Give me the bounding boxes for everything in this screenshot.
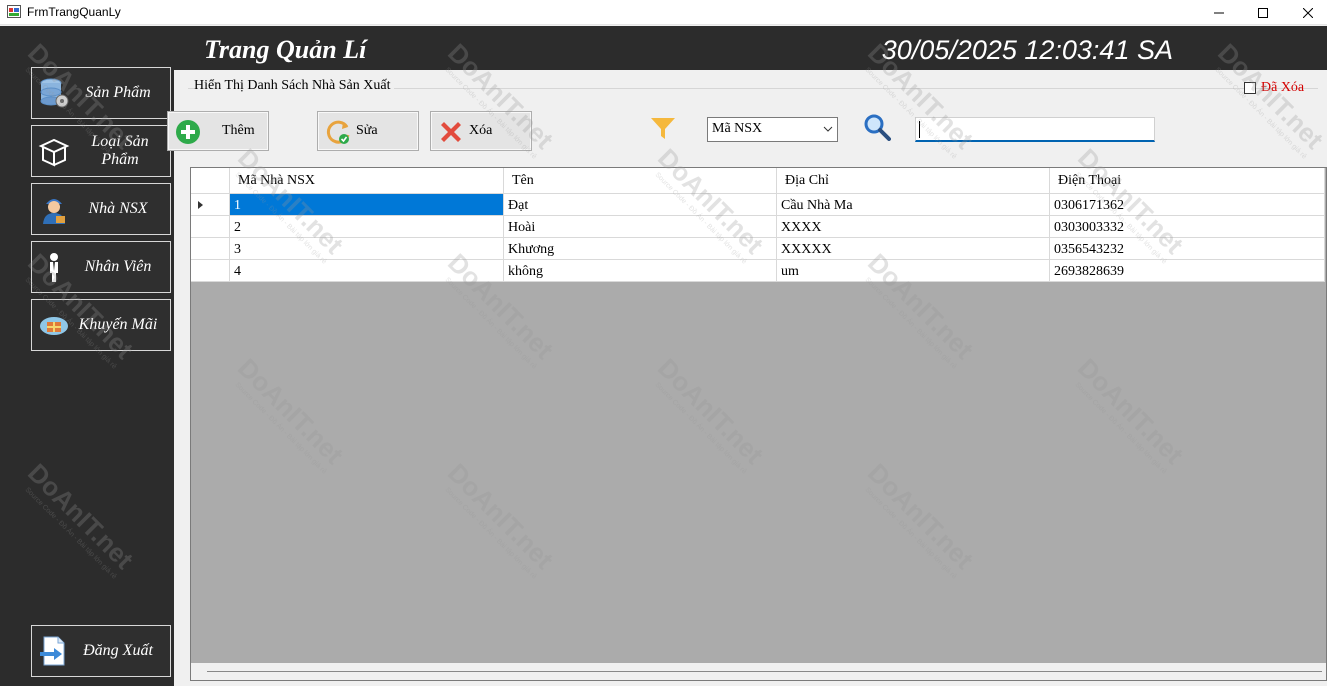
- column-header-dien-thoai[interactable]: Điện Thoại: [1050, 168, 1325, 194]
- table-cell[interactable]: không: [504, 260, 777, 282]
- table-cell[interactable]: 3: [230, 238, 504, 260]
- current-row-arrow-icon: [198, 201, 203, 209]
- header-bar: Trang Quản Lí 30/05/2025 12:03:41 SA: [174, 26, 1327, 70]
- gift-icon: [40, 317, 68, 335]
- table-row[interactable]: 4 không um 2693828639: [191, 260, 1325, 282]
- table-cell[interactable]: Hoài: [504, 216, 777, 238]
- app-window-icon: [7, 5, 21, 18]
- table-cell[interactable]: 0356543232: [1050, 238, 1325, 260]
- filter-select[interactable]: Mã NSX: [707, 117, 838, 142]
- group-caption: Hiển Thị Danh Sách Nhà Sản Xuất: [194, 78, 395, 94]
- table-cell[interactable]: um: [777, 260, 1050, 282]
- sidebar-item-label: Nhân Viên: [84, 258, 152, 275]
- sidebar-item-label: Sản Phẩm: [85, 84, 151, 101]
- table-cell[interactable]: XXXXX: [777, 238, 1050, 260]
- sidebar-item-khuyen-mai[interactable]: Khuyến Mãi: [31, 299, 171, 351]
- chevron-down-icon: [823, 126, 833, 132]
- worker-icon: [43, 199, 65, 224]
- logout-button[interactable]: Đăng Xuất: [31, 625, 171, 677]
- plus-circle-icon: [176, 120, 200, 144]
- sidebar-item-san-pham[interactable]: Sản Phẩm: [31, 67, 171, 119]
- sidebar: Sản Phẩm Loại Sản Phẩm Nhà NSX Nhân Viên: [0, 26, 174, 686]
- manufacturer-grid[interactable]: Mã Nhà NSX Tên Địa Chỉ Điện Thoại 1 Đạt …: [190, 167, 1327, 681]
- row-header[interactable]: [191, 260, 230, 282]
- grid-header-row: Mã Nhà NSX Tên Địa Chỉ Điện Thoại: [191, 168, 1325, 194]
- minimize-button[interactable]: [1196, 0, 1242, 25]
- add-button[interactable]: Thêm: [167, 111, 269, 151]
- sidebar-item-nhan-vien[interactable]: Nhân Viên: [31, 241, 171, 293]
- window-title: FrmTrangQuanLy: [27, 5, 121, 19]
- sidebar-item-nha-nsx[interactable]: Nhà NSX: [31, 183, 171, 235]
- table-cell[interactable]: Đạt: [504, 194, 777, 216]
- table-cell[interactable]: Cầu Nhà Ma: [777, 194, 1050, 216]
- sidebar-item-label-line1: Loại Sản: [91, 133, 149, 150]
- clock-label: 30/05/2025 12:03:41 SA: [881, 35, 1173, 65]
- search-input[interactable]: [915, 117, 1155, 142]
- sidebar-item-loai-san-pham[interactable]: Loại Sản Phẩm: [31, 125, 171, 177]
- deleted-checkbox-box[interactable]: [1244, 82, 1256, 94]
- row-header[interactable]: [191, 216, 230, 238]
- minimize-icon: [1214, 12, 1224, 13]
- table-cell[interactable]: 1: [230, 194, 504, 216]
- table-cell[interactable]: 2693828639: [1050, 260, 1325, 282]
- box-icon: [38, 138, 70, 167]
- column-header-ma-nsx[interactable]: Mã Nhà NSX: [230, 168, 504, 194]
- table-cell[interactable]: XXXX: [777, 216, 1050, 238]
- text-caret: [919, 121, 920, 138]
- column-header-ten[interactable]: Tên: [504, 168, 777, 194]
- window-titlebar: FrmTrangQuanLy: [0, 0, 1327, 25]
- close-button[interactable]: [1285, 0, 1327, 25]
- row-header[interactable]: [191, 238, 230, 260]
- refresh-check-icon: [326, 120, 350, 144]
- table-row[interactable]: 1 Đạt Cầu Nhà Ma 0306171362: [191, 194, 1325, 216]
- column-header-dia-chi[interactable]: Địa Chỉ: [777, 168, 1050, 194]
- scrollbar-thumb[interactable]: [207, 671, 1322, 672]
- maximize-icon: [1258, 7, 1268, 18]
- person-icon: [50, 253, 58, 282]
- sidebar-item-label: Khuyến Mãi: [78, 316, 158, 333]
- table-row[interactable]: 2 Hoài XXXX 0303003332: [191, 216, 1325, 238]
- deleted-checkbox-label: Đã Xóa: [1261, 80, 1305, 95]
- sidebar-item-label: Đăng Xuất: [83, 642, 153, 659]
- table-row[interactable]: 3 Khương XXXXX 0356543232: [191, 238, 1325, 260]
- page-title: Trang Quản Lí: [204, 35, 367, 64]
- add-button-label: Thêm: [222, 123, 255, 138]
- sidebar-item-label-line2: Phẩm: [101, 151, 139, 168]
- filter-select-value: Mã NSX: [712, 121, 763, 136]
- content-panel: Hiển Thị Danh Sách Nhà Sản Xuất Đã Xóa T…: [167, 70, 1327, 686]
- delete-x-icon: [441, 122, 461, 142]
- table-cell[interactable]: 2: [230, 216, 504, 238]
- database-gear-icon: [40, 78, 69, 108]
- close-icon: [1303, 7, 1313, 18]
- search-icon[interactable]: [863, 113, 891, 141]
- deleted-checkbox[interactable]: Đã Xóa: [1244, 80, 1304, 96]
- logout-icon: [40, 636, 65, 666]
- edit-button-label: Sửa: [356, 123, 378, 138]
- grid-corner-cell: [191, 168, 230, 194]
- table-cell[interactable]: 4: [230, 260, 504, 282]
- delete-button-label: Xóa: [469, 123, 493, 138]
- sidebar-item-label: Loại Sản Phẩm: [76, 133, 164, 169]
- table-cell[interactable]: Khương: [504, 238, 777, 260]
- table-cell[interactable]: 0306171362: [1050, 194, 1325, 216]
- maximize-button[interactable]: [1240, 0, 1286, 25]
- row-header[interactable]: [191, 194, 230, 216]
- delete-button[interactable]: Xóa: [430, 111, 532, 151]
- edit-button[interactable]: Sửa: [317, 111, 419, 151]
- table-cell[interactable]: 0303003332: [1050, 216, 1325, 238]
- filter-icon: [651, 118, 675, 139]
- horizontal-scrollbar[interactable]: [191, 663, 1326, 680]
- sidebar-item-label: Nhà NSX: [88, 200, 148, 217]
